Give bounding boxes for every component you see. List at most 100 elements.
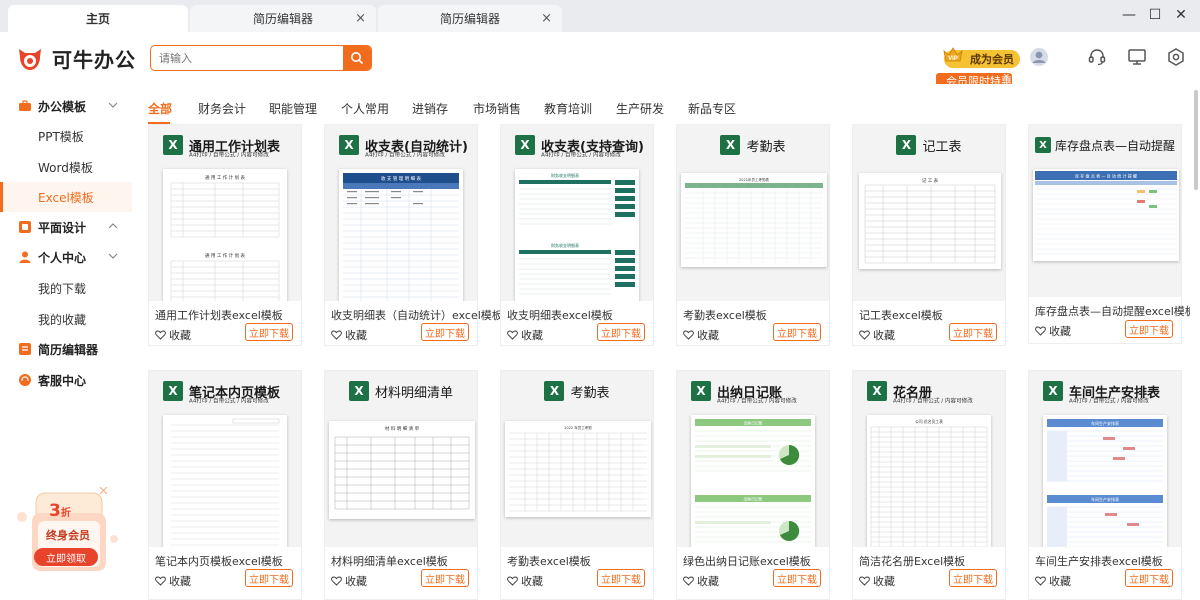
favorite-button[interactable]: 收藏: [859, 327, 895, 343]
sidebar-group-customer-service[interactable]: 客服中心: [0, 365, 132, 395]
template-name[interactable]: 绿色出纳日记账excel模板: [683, 553, 811, 569]
search-input[interactable]: [151, 46, 341, 70]
category-production[interactable]: 生产研发: [616, 100, 664, 117]
download-button[interactable]: 立即下载: [245, 323, 293, 341]
template-card[interactable]: X 收支表(自动统计) A4打印 / 自带公式 / 内容可修改 收 支 管 理 …: [324, 124, 503, 346]
template-thumbnail[interactable]: X 通用工作计划表 A4打印 / 自带公式 / 内容可修改 通 用 工 作 计 …: [149, 125, 301, 301]
template-thumbnail[interactable]: X 材料明细清单 材 料 明 细 清 单: [325, 371, 477, 547]
download-button[interactable]: 立即下载: [773, 323, 821, 341]
category-education[interactable]: 教育培训: [544, 100, 592, 117]
close-icon[interactable]: ×: [355, 11, 366, 26]
heart-icon: [507, 330, 518, 340]
template-thumbnail[interactable]: X 笔记本内页模板 A4打印 / 自带公式 / 内容可修改: [149, 371, 301, 547]
template-card[interactable]: X 花名册 A4打印 / 自带公式 / 内容可修改 公司 花名员工表 简洁花名册…: [852, 370, 1006, 600]
template-thumbnail[interactable]: X 库存盘点表—自动提醒 库 存 盘 点 表 — 自 动 统 计 提 醒: [1029, 125, 1181, 297]
download-button[interactable]: 立即下载: [421, 323, 469, 341]
template-thumbnail[interactable]: X 考勤表 2022 年员工考勤: [501, 371, 653, 547]
settings-icon[interactable]: [1166, 47, 1186, 67]
template-name[interactable]: 收支明细表excel模板: [507, 307, 613, 323]
template-name[interactable]: 材料明细清单excel模板: [331, 553, 448, 569]
template-name[interactable]: 简洁花名册Excel模板: [859, 553, 965, 569]
template-thumbnail[interactable]: X 花名册 A4打印 / 自带公式 / 内容可修改 公司 花名员工表: [853, 371, 1005, 547]
template-thumbnail[interactable]: X 收支表(支持查询) A4打印 / 自带公式 / 内容可修改 财务收支明细表 …: [501, 125, 653, 301]
template-thumbnail[interactable]: X 出纳日记账 A4打印 / 自带公式 / 内容可修改 出纳日记账 出纳日记账: [677, 371, 829, 547]
favorite-button[interactable]: 收藏: [859, 573, 895, 589]
template-card[interactable]: X 记工表 记 工 表 记工表excel模板 收藏 立即下载: [852, 124, 1006, 346]
download-button[interactable]: 立即下载: [597, 323, 645, 341]
template-name[interactable]: 笔记本内页模板excel模板: [155, 553, 283, 569]
close-window-button[interactable]: ✕: [1166, 0, 1196, 30]
template-name[interactable]: 通用工作计划表excel模板: [155, 307, 283, 323]
download-button[interactable]: 立即下载: [1125, 320, 1173, 338]
sidebar-group-personal-center[interactable]: 个人中心: [0, 242, 132, 272]
download-button[interactable]: 立即下载: [245, 569, 293, 587]
sidebar-group-office-templates[interactable]: 办公模板: [0, 91, 132, 121]
category-personal[interactable]: 个人常用: [341, 100, 389, 117]
template-card[interactable]: X 库存盘点表—自动提醒 库 存 盘 点 表 — 自 动 统 计 提 醒 库存盘…: [1028, 124, 1196, 344]
tab-home[interactable]: 主页: [8, 5, 188, 32]
download-button[interactable]: 立即下载: [421, 569, 469, 587]
scrollbar-thumb[interactable]: [1194, 90, 1198, 190]
template-card[interactable]: X 车间生产安排表 A4打印 / 自带公式 / 内容可修改 车间生产安排表 车间…: [1028, 370, 1182, 600]
favorite-button[interactable]: 收藏: [1035, 323, 1071, 339]
template-thumbnail[interactable]: X 记工表 记 工 表: [853, 125, 1005, 301]
favorite-button[interactable]: 收藏: [507, 573, 543, 589]
favorite-button[interactable]: 收藏: [1035, 573, 1071, 589]
template-name[interactable]: 库存盘点表—自动提醒excel模板: [1035, 303, 1196, 319]
favorite-label: 收藏: [345, 575, 367, 588]
sidebar-item-my-downloads[interactable]: 我的下载: [0, 273, 132, 303]
template-card[interactable]: X 考勤表 2022 年员工考勤 考勤表excel模板 收藏 立即下载: [500, 370, 654, 600]
sidebar-item-word[interactable]: Word模板: [0, 152, 132, 182]
sidebar-group-resume-editor[interactable]: 简历编辑器: [0, 334, 132, 364]
logo[interactable]: 可牛办公: [16, 44, 136, 73]
search-box: [150, 45, 372, 71]
category-inventory[interactable]: 进销存: [412, 100, 448, 117]
template-card[interactable]: X 笔记本内页模板 A4打印 / 自带公式 / 内容可修改 笔记本内页模板exc…: [148, 370, 302, 600]
template-card[interactable]: X 收支表(支持查询) A4打印 / 自带公式 / 内容可修改 财务收支明细表 …: [500, 124, 654, 346]
headset-icon[interactable]: [1087, 47, 1107, 67]
favorite-button[interactable]: 收藏: [155, 573, 191, 589]
category-marketing[interactable]: 市场销售: [473, 100, 521, 117]
template-name[interactable]: 考勤表excel模板: [683, 307, 767, 323]
favorite-button[interactable]: 收藏: [155, 327, 191, 343]
tab-resume-editor-1[interactable]: 简历编辑器 ×: [190, 5, 376, 32]
template-name[interactable]: 考勤表excel模板: [507, 553, 591, 569]
download-button[interactable]: 立即下载: [773, 569, 821, 587]
download-button[interactable]: 立即下载: [597, 569, 645, 587]
download-button[interactable]: 立即下载: [949, 569, 997, 587]
template-thumbnail[interactable]: X 收支表(自动统计) A4打印 / 自带公式 / 内容可修改 收 支 管 理 …: [325, 125, 477, 301]
category-all[interactable]: 全部: [148, 100, 172, 117]
download-button[interactable]: 立即下载: [1125, 569, 1173, 587]
category-new[interactable]: 新品专区: [688, 100, 736, 117]
template-name[interactable]: 车间生产安排表excel模板: [1035, 553, 1163, 569]
sidebar-item-ppt[interactable]: PPT模板: [0, 121, 132, 151]
sidebar-item-my-favorites[interactable]: 我的收藏: [0, 304, 132, 334]
template-name[interactable]: 收支明细表（自动统计）excel模板: [331, 307, 503, 323]
template-name[interactable]: 记工表excel模板: [859, 307, 943, 323]
template-thumbnail[interactable]: X 车间生产安排表 A4打印 / 自带公式 / 内容可修改 车间生产安排表 车间…: [1029, 371, 1181, 547]
sidebar-group-graphic-design[interactable]: 平面设计: [0, 212, 132, 242]
template-card[interactable]: X 材料明细清单 材 料 明 细 清 单 材料明细清单excel模板 收藏 立即…: [324, 370, 478, 600]
sidebar: 办公模板 PPT模板 Word模板 Excel模板 平面设计 个人中心 我的下载…: [0, 84, 132, 600]
favorite-button[interactable]: 收藏: [507, 327, 543, 343]
template-card[interactable]: X 出纳日记账 A4打印 / 自带公式 / 内容可修改 出纳日记账 出纳日记账: [676, 370, 830, 600]
download-button[interactable]: 立即下载: [949, 323, 997, 341]
category-finance[interactable]: 财务会计: [198, 100, 246, 117]
template-card[interactable]: X 考勤表 2021年员工考勤表 考勤表excel模板 收藏 立即下载: [676, 124, 830, 346]
avatar[interactable]: [1029, 47, 1049, 67]
favorite-button[interactable]: 收藏: [683, 573, 719, 589]
template-thumbnail[interactable]: X 考勤表 2021年员工考勤表: [677, 125, 829, 301]
favorite-button[interactable]: 收藏: [683, 327, 719, 343]
favorite-button[interactable]: 收藏: [331, 573, 367, 589]
close-icon[interactable]: ×: [1002, 72, 1010, 82]
category-function-mgmt[interactable]: 职能管理: [269, 100, 317, 117]
monitor-icon[interactable]: [1127, 47, 1147, 67]
close-icon[interactable]: ×: [541, 11, 552, 26]
sidebar-item-excel[interactable]: Excel模板: [0, 182, 132, 212]
sidebar-item-label: Excel模板: [38, 190, 94, 205]
template-card[interactable]: X 通用工作计划表 A4打印 / 自带公式 / 内容可修改 通 用 工 作 计 …: [148, 124, 302, 346]
promo-claim-button[interactable]: 立即领取: [34, 548, 98, 566]
search-button[interactable]: [343, 46, 371, 70]
tab-resume-editor-2[interactable]: 简历编辑器 ×: [378, 5, 562, 32]
favorite-button[interactable]: 收藏: [331, 327, 367, 343]
